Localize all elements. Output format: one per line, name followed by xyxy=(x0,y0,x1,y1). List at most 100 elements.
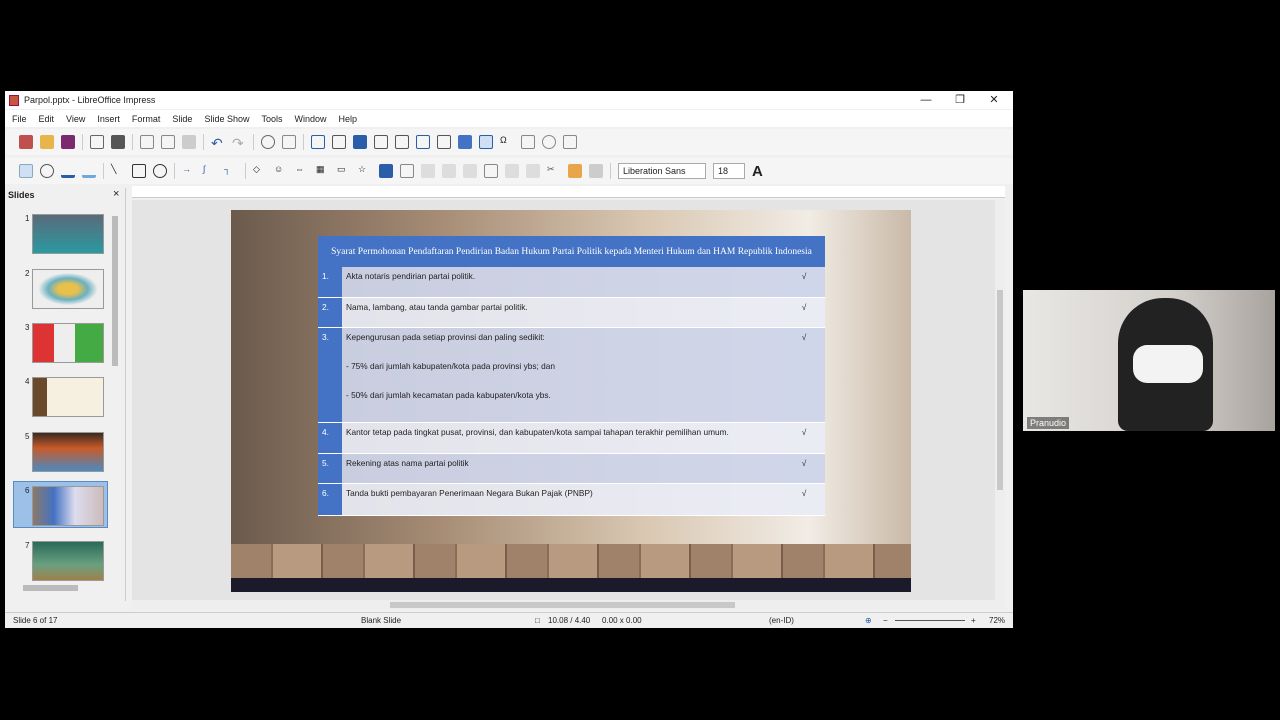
font-name-box[interactable]: Liberation Sans xyxy=(618,163,706,179)
save-icon[interactable] xyxy=(61,135,75,149)
zoom-icon[interactable] xyxy=(40,164,54,178)
menu-window[interactable]: Window xyxy=(294,114,326,124)
export-pdf-icon[interactable] xyxy=(90,135,104,149)
image-icon[interactable] xyxy=(416,135,430,149)
slide-thumb-7[interactable] xyxy=(32,541,104,581)
copy-icon[interactable] xyxy=(161,135,175,149)
fit-slide-icon[interactable]: ⊕ xyxy=(865,616,872,625)
zoom-level[interactable]: 72% xyxy=(989,616,1005,625)
row-number: 3. xyxy=(318,327,342,423)
display-views-icon[interactable] xyxy=(332,135,346,149)
open-icon[interactable] xyxy=(40,135,54,149)
select-icon[interactable] xyxy=(19,164,33,178)
slide-number: 1 xyxy=(25,214,30,223)
slide-canvas[interactable]: Syarat Permohonan Pendaftaran Pendirian … xyxy=(231,210,911,592)
minimize-button[interactable]: — xyxy=(909,91,943,109)
menu-file[interactable]: File xyxy=(12,114,27,124)
block-arrows-icon[interactable]: ⇔ xyxy=(295,164,309,178)
row-subitem: - 75% dari jumlah kabupaten/kota pada pr… xyxy=(346,360,555,371)
rectangle-icon[interactable] xyxy=(132,164,146,178)
slide-thumb-6[interactable] xyxy=(32,486,104,526)
basic-shapes-icon[interactable]: ◇ xyxy=(253,164,267,178)
slide-thumb-4[interactable] xyxy=(32,377,104,417)
rotate-icon[interactable] xyxy=(400,164,414,178)
menu-view[interactable]: View xyxy=(66,114,85,124)
star-icon[interactable]: ☆ xyxy=(358,164,372,178)
special-character-icon[interactable]: Ω xyxy=(500,135,514,149)
close-button[interactable]: ✕ xyxy=(977,91,1011,109)
points-icon[interactable]: ✂ xyxy=(547,164,561,178)
connector-icon[interactable]: ┐ xyxy=(224,164,238,178)
distribute-icon[interactable] xyxy=(463,164,477,178)
fill-color-icon[interactable] xyxy=(82,164,96,178)
fontwork-icon[interactable] xyxy=(521,135,535,149)
slide-thumb-3[interactable] xyxy=(32,323,104,363)
arrange-icon[interactable] xyxy=(442,164,456,178)
menu-help[interactable]: Help xyxy=(339,114,358,124)
filter-icon[interactable] xyxy=(526,164,540,178)
spelling-icon[interactable] xyxy=(282,135,296,149)
slides-vscroll[interactable] xyxy=(110,206,120,586)
3d-objects-icon[interactable] xyxy=(379,164,393,178)
menu-slide[interactable]: Slide xyxy=(172,114,192,124)
callout-icon[interactable]: ▭ xyxy=(337,164,351,178)
glue-points-icon[interactable] xyxy=(568,164,582,178)
flowchart-icon[interactable]: ▦ xyxy=(316,164,330,178)
arrow-icon[interactable]: → xyxy=(182,164,196,178)
textbox-icon[interactable] xyxy=(479,135,493,149)
table-row: 1. Akta notaris pendirian partai politik.… xyxy=(318,267,825,298)
slide-number: 3 xyxy=(25,323,30,332)
menu-slide-show[interactable]: Slide Show xyxy=(204,114,249,124)
row-text: Akta notaris pendirian partai politik. xyxy=(342,267,783,298)
slide-thumb-5[interactable] xyxy=(32,432,104,472)
align-icon[interactable] xyxy=(421,164,435,178)
crop-icon[interactable] xyxy=(505,164,519,178)
increase-font-icon[interactable]: A xyxy=(752,163,763,180)
ellipse-icon[interactable] xyxy=(153,164,167,178)
slide-thumb-1[interactable] xyxy=(32,214,104,254)
show-draw-functions-icon[interactable] xyxy=(563,135,577,149)
grid-icon[interactable] xyxy=(311,135,325,149)
slides-hscroll[interactable] xyxy=(13,583,116,593)
footer-bar xyxy=(231,578,911,592)
restore-button[interactable]: ❐ xyxy=(943,91,977,109)
row-text-main: Kepengurusan pada setiap provinsi dan pa… xyxy=(346,331,545,342)
chart-icon[interactable] xyxy=(458,135,472,149)
shadow-icon[interactable] xyxy=(484,164,498,178)
line-color-icon[interactable] xyxy=(61,164,75,178)
drawing-toolbar: ╲ → ∫ ┐ ◇ ☺ ⇔ ▦ ▭ ☆ ✂ Liberation Sans 18… xyxy=(5,158,1013,184)
cut-icon[interactable] xyxy=(140,135,154,149)
undo-icon[interactable]: ↶ xyxy=(211,135,225,151)
requirements-table[interactable]: Syarat Permohonan Pendaftaran Pendirian … xyxy=(318,236,825,516)
redo-icon[interactable]: ↷ xyxy=(232,135,246,151)
menu-format[interactable]: Format xyxy=(132,114,161,124)
symbol-shapes-icon[interactable]: ☺ xyxy=(274,164,288,178)
font-size-box[interactable]: 18 xyxy=(713,163,745,179)
new-slide-icon[interactable] xyxy=(374,135,388,149)
media-icon[interactable] xyxy=(437,135,451,149)
find-replace-icon[interactable] xyxy=(261,135,275,149)
slide-thumb-2[interactable] xyxy=(32,269,104,309)
menu-tools[interactable]: Tools xyxy=(261,114,282,124)
vertical-scrollbar[interactable] xyxy=(995,200,1005,600)
slides-panel-close[interactable]: × xyxy=(113,188,119,200)
zoom-in-button[interactable]: + xyxy=(971,616,976,625)
hyperlink-icon[interactable] xyxy=(542,135,556,149)
toggle-extrusion-icon[interactable] xyxy=(589,164,603,178)
horizontal-scrollbar[interactable] xyxy=(132,600,1005,610)
new-icon[interactable] xyxy=(19,135,33,149)
table-icon[interactable] xyxy=(395,135,409,149)
zoom-out-button[interactable]: − xyxy=(883,616,888,625)
table-row: 2. Nama, lambang, atau tanda gambar parta… xyxy=(318,297,825,328)
curve-icon[interactable]: ∫ xyxy=(203,164,217,178)
check-mark: √ xyxy=(783,453,825,484)
paste-icon[interactable] xyxy=(182,135,196,149)
line-icon[interactable]: ╲ xyxy=(111,164,125,178)
print-icon[interactable] xyxy=(111,135,125,149)
language[interactable]: (en-ID) xyxy=(769,616,794,625)
master-slide-icon[interactable] xyxy=(353,135,367,149)
menu-insert[interactable]: Insert xyxy=(97,114,120,124)
zoom-slider[interactable] xyxy=(895,620,965,621)
impress-window: Parpol.pptx - LibreOffice Impress — ❐ ✕ … xyxy=(5,91,1013,628)
menu-edit[interactable]: Edit xyxy=(39,114,55,124)
